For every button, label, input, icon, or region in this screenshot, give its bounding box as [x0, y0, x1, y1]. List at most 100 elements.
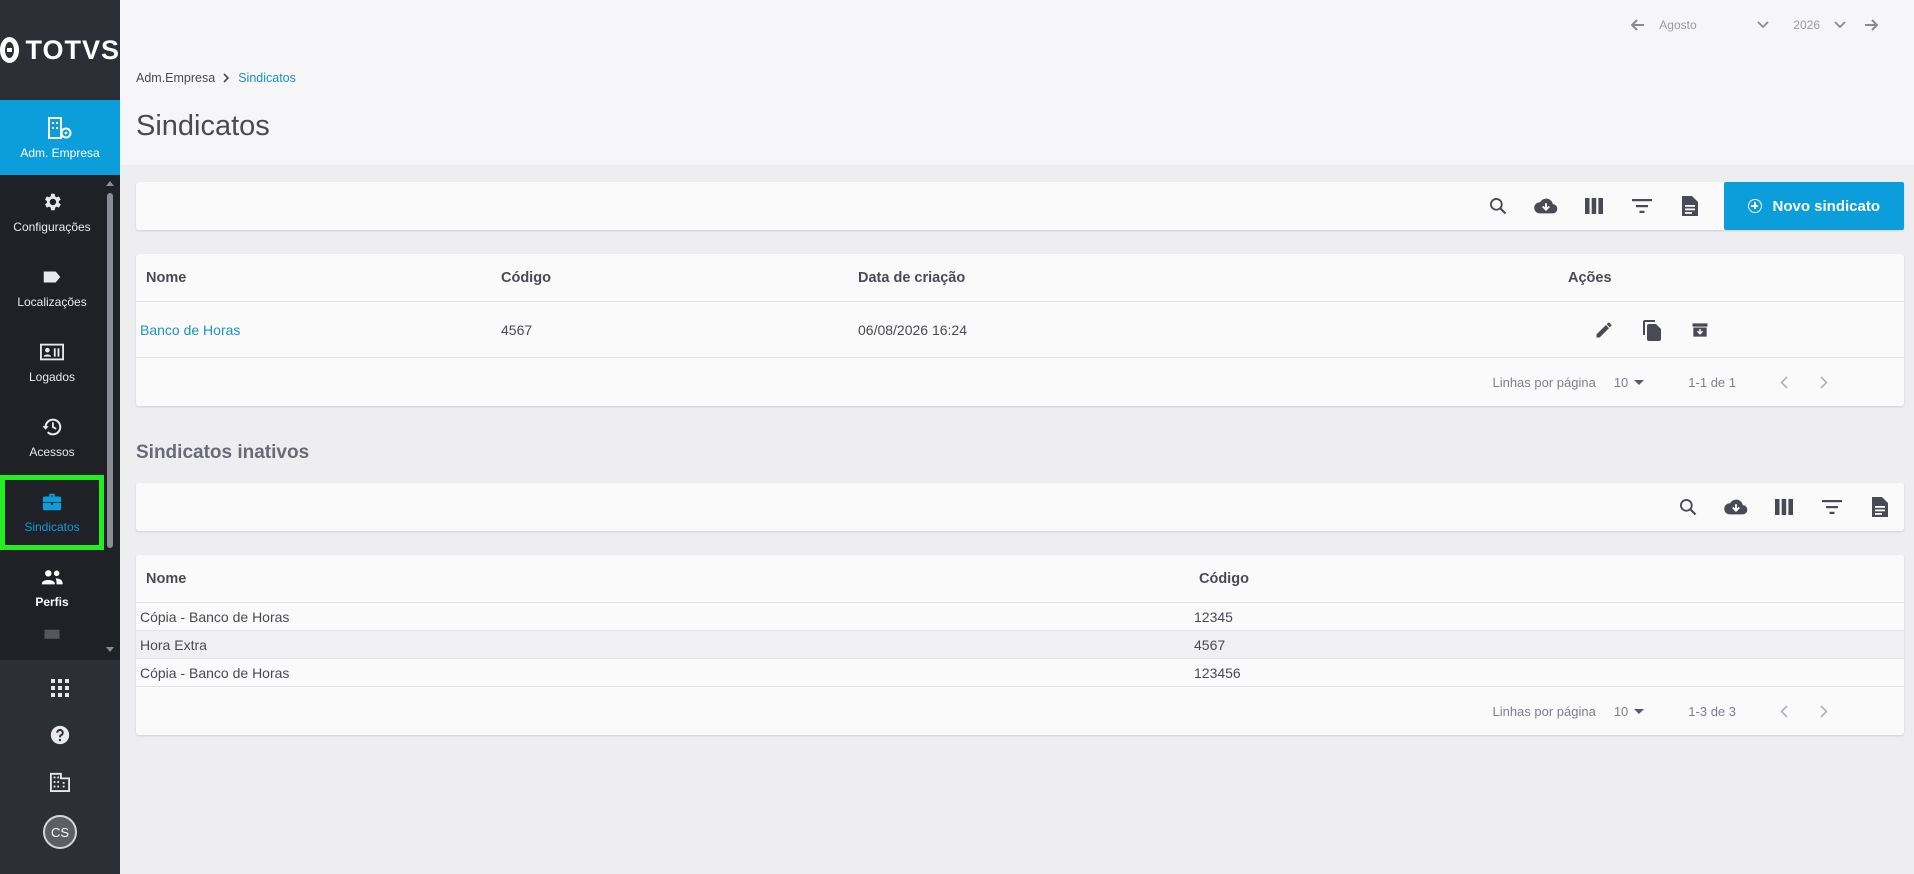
sidebar-item-localizacoes[interactable]: Localizações: [0, 250, 104, 325]
sindicato-name-link[interactable]: Banco de Horas: [136, 322, 501, 338]
table-header: Nome Código Data de criação Ações: [136, 254, 1904, 302]
download-button[interactable]: [1522, 182, 1570, 230]
year-value: 2026: [1793, 18, 1820, 32]
rows-per-page-label: Linhas por página: [1492, 374, 1596, 390]
totvs-logo[interactable]: TOTVS: [0, 0, 120, 100]
year-select[interactable]: 2026: [1793, 18, 1846, 32]
sidebar-item-more[interactable]: [0, 625, 104, 655]
rows-per-page-select[interactable]: 10: [1613, 374, 1645, 390]
page-header: Agosto 2026 Adm.Empresa Sindicatos Sindi…: [120, 0, 1914, 165]
arrow-right-icon[interactable]: [1864, 19, 1878, 31]
table-row: Hora Extra 4567: [136, 631, 1904, 659]
search-icon: [1490, 198, 1507, 215]
inactive-codigo: 4567: [1194, 636, 1226, 653]
totvs-logo-icon: [0, 37, 20, 63]
column-codigo[interactable]: Código: [501, 270, 858, 286]
table-header: Nome Código: [136, 555, 1904, 603]
inactive-codigo: 123456: [1194, 664, 1241, 681]
chevron-left-icon: [1780, 375, 1788, 389]
columns-icon: [1585, 198, 1604, 214]
active-table: Nome Código Data de criação Ações Banco …: [136, 254, 1904, 406]
sidebar-item-configuracoes[interactable]: Configurações: [0, 175, 104, 250]
report-button[interactable]: [1856, 483, 1904, 531]
column-codigo[interactable]: Código: [1199, 571, 1499, 587]
building-gear-icon: [48, 116, 72, 139]
help-icon[interactable]: [46, 721, 74, 749]
caret-down-icon: [1634, 379, 1645, 385]
column-nome[interactable]: Nome: [136, 270, 501, 286]
add-circle-icon: [1748, 199, 1763, 213]
prev-page-button[interactable]: [1764, 704, 1804, 718]
sidebar-item-label: Localizações: [17, 295, 87, 309]
rows-per-page-select[interactable]: 10: [1613, 703, 1645, 719]
table-row: Cópia - Banco de Horas 123456: [136, 659, 1904, 687]
document-icon: [1682, 196, 1699, 216]
chevron-left-icon: [1780, 704, 1788, 718]
archive-icon: [1692, 322, 1708, 337]
download-button[interactable]: [1712, 483, 1760, 531]
sidebar-item-sindicatos[interactable]: Sindicatos: [0, 475, 104, 550]
active-toolbar: Novo sindicato: [136, 182, 1904, 230]
cloud-download-icon: [1534, 198, 1558, 214]
report-button[interactable]: [1666, 182, 1714, 230]
inactive-nome: Hora Extra: [140, 636, 207, 653]
page-title: Sindicatos: [136, 110, 270, 142]
next-page-button[interactable]: [1804, 375, 1844, 389]
breadcrumb-current: Sindicatos: [238, 71, 296, 85]
logo-text: TOTVS: [25, 34, 120, 65]
apps-grid-icon[interactable]: [46, 674, 74, 702]
month-value: Agosto: [1659, 18, 1697, 32]
scroll-up-arrow[interactable]: [106, 181, 114, 186]
archive-button[interactable]: [1688, 318, 1712, 342]
copy-button[interactable]: [1640, 318, 1664, 342]
filter-button[interactable]: [1618, 182, 1666, 230]
next-page-button[interactable]: [1804, 704, 1844, 718]
sidebar: TOTVS Adm. Empresa Configurações Localiz…: [0, 0, 120, 874]
column-data-criacao[interactable]: Data de criação: [858, 270, 1568, 286]
module-adm-empresa[interactable]: Adm. Empresa: [0, 100, 120, 183]
rows-per-page-value: 10: [1613, 703, 1629, 719]
breadcrumb-parent[interactable]: Adm.Empresa: [136, 71, 215, 85]
column-nome[interactable]: Nome: [136, 571, 1199, 587]
sidebar-item-logados[interactable]: Logados: [0, 325, 104, 400]
table-row: Banco de Horas 4567 06/08/2026 16:24: [136, 302, 1904, 358]
inactive-toolbar: [136, 483, 1904, 531]
rows-per-page-value: 10: [1613, 374, 1629, 390]
month-select[interactable]: Agosto: [1659, 18, 1769, 32]
sidebar-item-acessos[interactable]: Acessos: [0, 400, 104, 475]
sidebar-scroll-thumb[interactable]: [107, 193, 113, 548]
history-icon: [42, 418, 62, 436]
people-icon: [41, 570, 63, 585]
inactive-section-title: Sindicatos inativos: [136, 442, 310, 463]
breadcrumb: Adm.Empresa Sindicatos: [136, 71, 296, 85]
sidebar-item-label: Logados: [28, 370, 76, 384]
avatar[interactable]: CS: [43, 815, 77, 849]
filter-button[interactable]: [1808, 483, 1856, 531]
page-range: 1-3 de 3: [1688, 703, 1736, 719]
chevron-down-icon: [1834, 21, 1846, 29]
inactive-nome: Cópia - Banco de Horas: [140, 664, 290, 681]
briefcase-icon: [44, 629, 60, 639]
sidebar-item-perfis[interactable]: Perfis: [0, 550, 104, 625]
nav-list: Configurações Localizações Logados Acess…: [0, 175, 120, 660]
sindicato-codigo: 4567: [501, 321, 533, 338]
pencil-icon: [1596, 322, 1612, 337]
new-sindicato-button[interactable]: Novo sindicato: [1724, 182, 1904, 230]
new-sindicato-label: Novo sindicato: [1772, 197, 1880, 215]
inactive-nome: Cópia - Banco de Horas: [140, 608, 290, 625]
columns-button[interactable]: [1760, 483, 1808, 531]
sidebar-item-label: Perfis: [35, 595, 69, 609]
scroll-down-arrow[interactable]: [106, 647, 114, 652]
arrow-left-icon[interactable]: [1631, 19, 1645, 31]
edit-button[interactable]: [1592, 318, 1616, 342]
column-acoes: Ações: [1568, 269, 1612, 286]
search-button[interactable]: [1664, 483, 1712, 531]
building-icon[interactable]: [46, 768, 74, 796]
active-pagination: Linhas por página 10 1-1 de 1: [136, 358, 1904, 406]
row-actions: [1592, 318, 1712, 342]
chevron-down-icon: [1757, 21, 1769, 29]
search-button[interactable]: [1474, 182, 1522, 230]
prev-page-button[interactable]: [1764, 375, 1804, 389]
columns-button[interactable]: [1570, 182, 1618, 230]
chevron-right-icon: [1820, 375, 1828, 389]
